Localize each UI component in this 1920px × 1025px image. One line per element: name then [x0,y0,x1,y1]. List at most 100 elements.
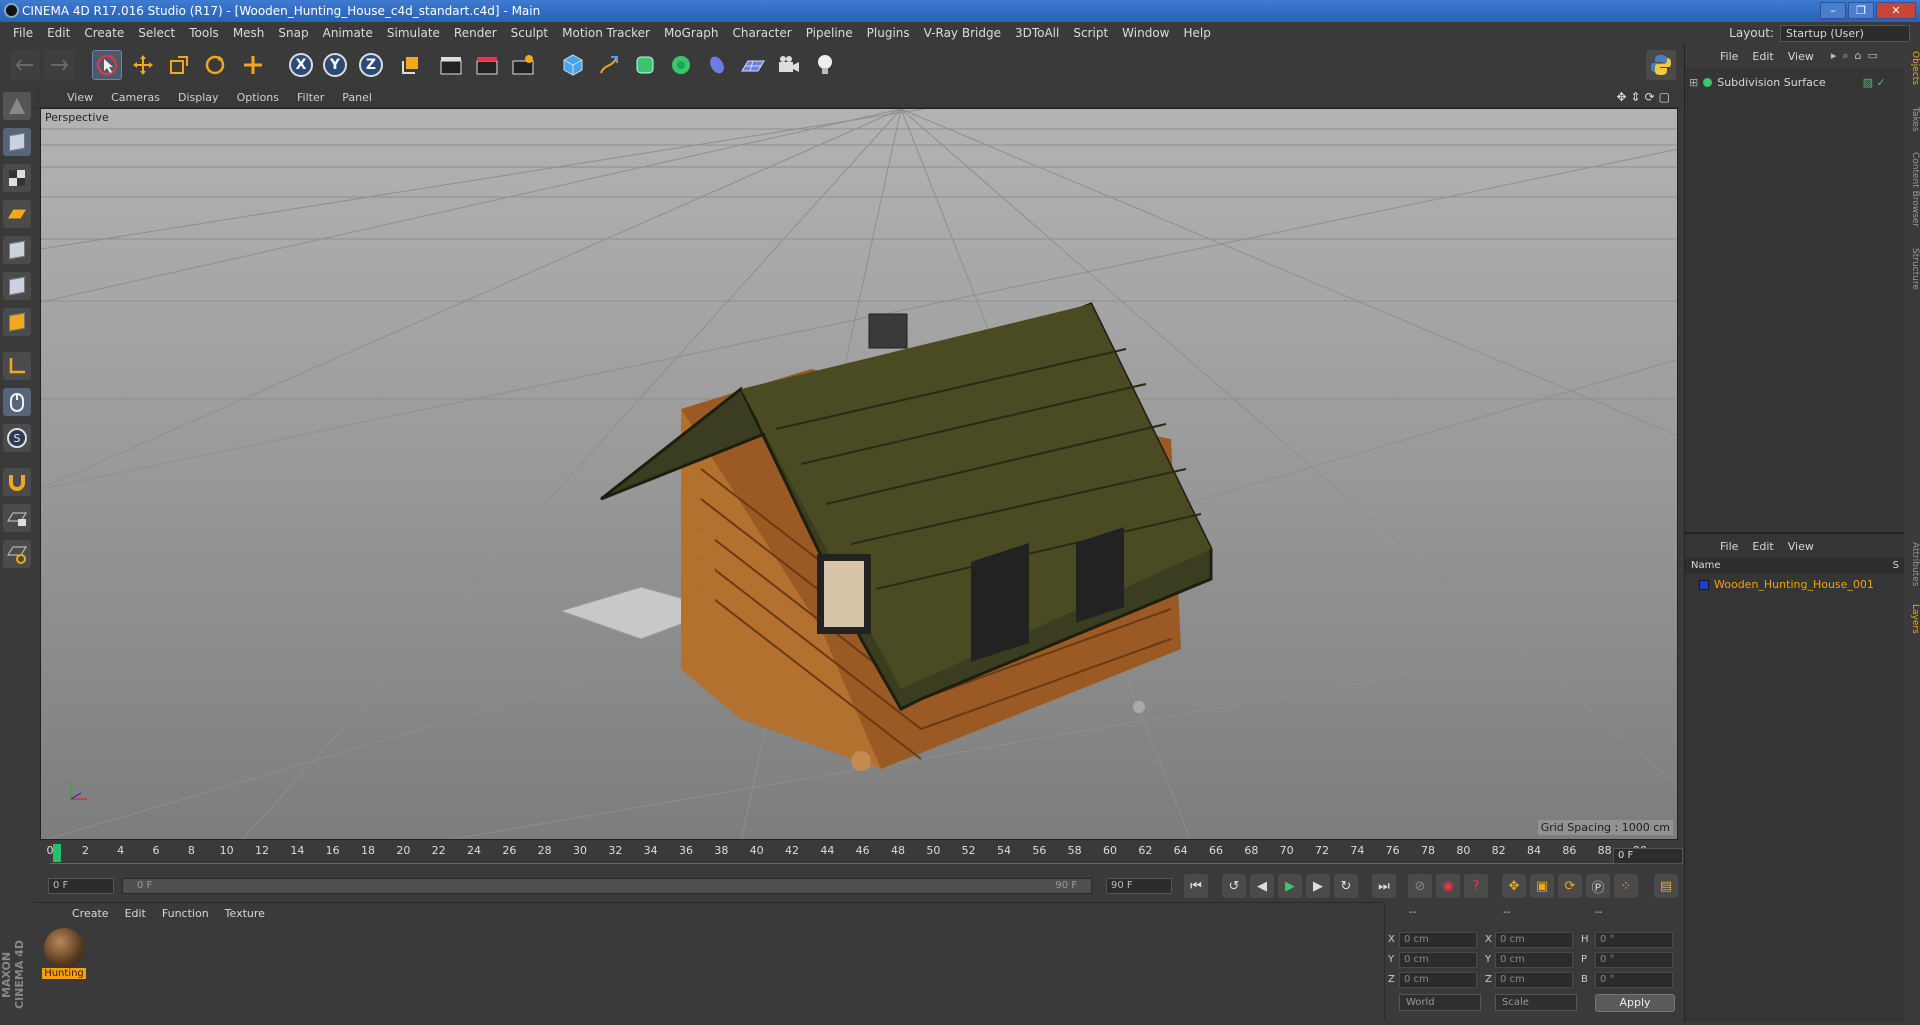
pos-z-field[interactable]: 0 cm [1399,972,1477,988]
object-manager-tools-icons[interactable]: ▸⌕⌂▭ [1831,49,1884,63]
menu-3dtoall[interactable]: 3DToAll [1008,22,1066,44]
material-swatch[interactable]: Hunting [42,928,86,979]
play-button[interactable]: ▶ [1278,874,1302,898]
menu-create[interactable]: Create [77,22,131,44]
autokey-button[interactable]: ◉ [1436,874,1460,898]
objects-menu-edit[interactable]: Edit [1745,50,1780,63]
floor-button[interactable] [738,50,768,80]
layer-row[interactable]: Wooden_Hunting_House_001 [1699,578,1874,591]
menu-mesh[interactable]: Mesh [226,22,272,44]
menu-simulate[interactable]: Simulate [380,22,447,44]
x-axis-button[interactable]: X [286,50,316,80]
scale-tool-button[interactable] [164,50,194,80]
rot-h-field[interactable]: 0 ° [1595,932,1673,948]
live-selection-button[interactable] [92,50,122,80]
undo-button[interactable] [10,50,40,80]
polygons-mode-button[interactable] [3,308,31,336]
viewport-menu-filter[interactable]: Filter [288,91,333,104]
material-menu-create[interactable]: Create [64,907,117,920]
rotate-tool-button[interactable] [200,50,230,80]
pen-spline-button[interactable] [594,50,624,80]
pos-y-field[interactable]: 0 cm [1399,952,1477,968]
planar-workplane-button[interactable] [3,540,31,568]
menu-character[interactable]: Character [725,22,798,44]
tweak-mode-button[interactable] [3,388,31,416]
menu-render[interactable]: Render [447,22,504,44]
maximize-button[interactable]: ❐ [1848,2,1874,19]
layers-menu-file[interactable]: File [1713,540,1745,553]
render-region-button[interactable] [472,50,502,80]
menu-window[interactable]: Window [1115,22,1176,44]
enable-axis-button[interactable] [3,352,31,380]
edges-mode-button[interactable] [3,272,31,300]
timeline-ruler[interactable]: 0 2 4 6 8 10 12 14 16 18 20 22 24 26 28 30 32 34 36 38 40 42 4… [34,842,1682,868]
python-button[interactable] [1646,50,1676,80]
tab-content-browser[interactable]: Content Browser [1904,144,1920,236]
menu-vray-bridge[interactable]: V-Ray Bridge [917,22,1008,44]
light-button[interactable] [810,50,840,80]
tab-attributes[interactable]: Attributes [1904,534,1920,594]
scale-track-button[interactable]: ▣ [1530,874,1554,898]
viewport-menu-view[interactable]: View [58,91,102,104]
texture-mode-button[interactable] [3,164,31,192]
apply-button[interactable]: Apply [1595,994,1675,1012]
record-keys-button[interactable]: ⊘ [1408,874,1432,898]
workplane-mode-button[interactable] [3,200,31,228]
pos-x-field[interactable]: 0 cm [1399,932,1477,948]
menu-snap[interactable]: Snap [271,22,315,44]
menu-plugins[interactable]: Plugins [860,22,917,44]
rot-b-field[interactable]: 0 ° [1595,972,1673,988]
objects-menu-file[interactable]: File [1713,50,1745,63]
menu-help[interactable]: Help [1176,22,1217,44]
cube-object-button[interactable] [558,50,588,80]
rot-p-field[interactable]: 0 ° [1595,952,1673,968]
close-button[interactable]: ✕ [1876,2,1916,19]
render-view-button[interactable] [436,50,466,80]
objects-menu-view[interactable]: View [1781,50,1821,63]
goto-start-button[interactable]: ⏮ [1184,874,1208,898]
menu-mograph[interactable]: MoGraph [657,22,726,44]
prev-keyframe-button[interactable]: ↺ [1222,874,1246,898]
size-x-field[interactable]: 0 cm [1495,932,1573,948]
perspective-viewport[interactable]: Grid Spacing : 1000 cm [40,108,1678,840]
tab-structure[interactable]: Structure [1904,244,1920,294]
minimize-button[interactable]: – [1820,2,1846,19]
material-menu-texture[interactable]: Texture [217,907,273,920]
next-keyframe-button[interactable]: ↻ [1334,874,1358,898]
menu-script[interactable]: Script [1066,22,1115,44]
cloner-button[interactable] [666,50,696,80]
end-frame-field[interactable]: 90 F [1106,878,1172,894]
tab-takes[interactable]: Takes [1904,104,1920,134]
size-mode-dropdown[interactable]: Scale [1495,994,1577,1011]
viewport-menu-options[interactable]: Options [228,91,288,104]
lock-workplane-button[interactable] [3,504,31,532]
make-editable-button[interactable] [3,92,31,120]
snap-button[interactable] [3,468,31,496]
viewport-menu-display[interactable]: Display [169,91,228,104]
keyframe-selection-button[interactable]: ? [1464,874,1488,898]
layout-dropdown[interactable]: Startup (User) [1780,24,1910,42]
position-track-button[interactable]: ✥ [1502,874,1526,898]
menu-sculpt[interactable]: Sculpt [504,22,555,44]
prev-frame-button[interactable]: ◀ [1250,874,1274,898]
menu-animate[interactable]: Animate [316,22,380,44]
menu-select[interactable]: Select [131,22,182,44]
preview-range-slider[interactable]: 0 F 90 F [122,878,1092,894]
material-menu-edit[interactable]: Edit [117,907,154,920]
move-tool-button[interactable] [128,50,158,80]
tab-layers[interactable]: Layers [1904,599,1920,639]
menu-edit[interactable]: Edit [40,22,77,44]
timeline-window-button[interactable]: ▤ [1654,874,1678,898]
deformer-button[interactable] [702,50,732,80]
timeline-playhead[interactable] [53,844,61,862]
viewport-nav-icons[interactable]: ✥⇕⟳▢ [1616,90,1674,104]
object-row-subdivision-surface[interactable]: ⊞ Subdivision Surface ▨ ✓ [1689,76,1886,89]
camera-button[interactable] [774,50,804,80]
coordinate-space-dropdown[interactable]: World [1399,994,1481,1011]
menu-file[interactable]: File [6,22,40,44]
subdivision-surface-button[interactable] [630,50,660,80]
rotation-track-button[interactable]: ⟳ [1558,874,1582,898]
parameter-track-button[interactable]: Ⓟ [1586,874,1610,898]
menu-tools[interactable]: Tools [182,22,226,44]
viewport-menu-panel[interactable]: Panel [333,91,381,104]
